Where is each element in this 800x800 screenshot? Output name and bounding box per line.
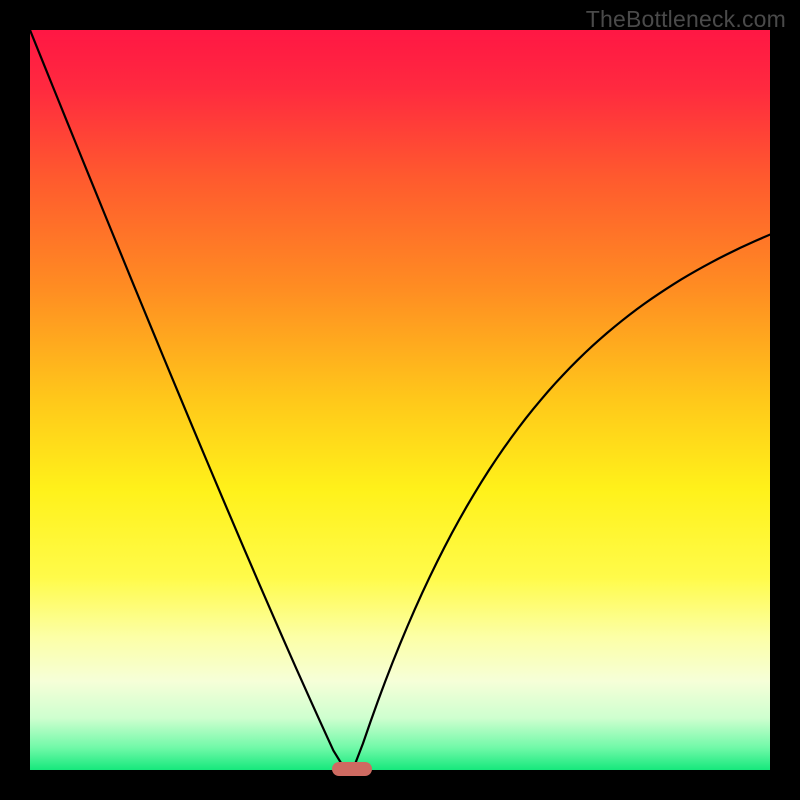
chart-container: TheBottleneck.com <box>0 0 800 800</box>
watermark-text: TheBottleneck.com <box>586 6 786 33</box>
optimal-marker <box>332 762 373 776</box>
gradient-background <box>30 30 770 770</box>
bottleneck-chart <box>30 30 770 770</box>
